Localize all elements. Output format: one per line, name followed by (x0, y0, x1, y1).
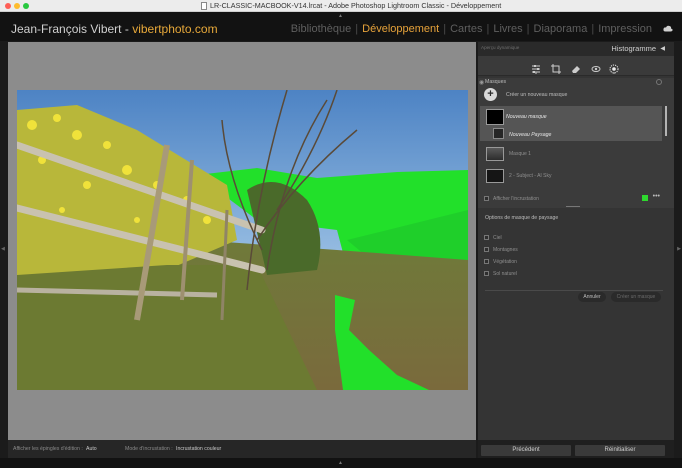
mask-thumbnail (486, 147, 504, 161)
option-montagnes[interactable]: Montagnes (484, 246, 604, 254)
module-livres[interactable]: Livres (493, 23, 522, 35)
right-panel-toggle-icon[interactable]: ▶ (677, 246, 681, 252)
module-separator: | (443, 23, 447, 35)
crop-icon[interactable] (551, 61, 561, 74)
mask-list-scrollbar[interactable] (665, 106, 667, 136)
plus-icon[interactable]: + (484, 88, 497, 101)
landscape-component-icon (493, 128, 504, 139)
create-mask-button[interactable]: Créer un masque (611, 292, 661, 302)
tool-strip (478, 56, 674, 76)
overlay-mode-label: Mode d'incrustation : (125, 446, 173, 452)
mask-item[interactable]: Masque 1 (480, 144, 662, 164)
navigator-label: Aperçu dynamique (481, 45, 520, 50)
overlay-mode-select[interactable]: Incrustation couleur (176, 446, 221, 452)
module-impression[interactable]: Impression (598, 23, 652, 35)
module-cartes[interactable]: Cartes (450, 23, 482, 35)
close-window-button[interactable] (5, 3, 11, 9)
masks-panel: ◉ Masques + Créer un nouveau masque Nouv… (478, 78, 674, 208)
previous-button[interactable]: Précédent (481, 445, 571, 456)
module-picker: Bibliothèque | Développement | Cartes | Livres… (291, 23, 652, 35)
eye-icon[interactable]: ◉ (479, 79, 484, 86)
module-bar: ▲ Jean-François Vibert - vibertphoto.com… (0, 12, 682, 41)
panel-bottom-buttons: Précédent Réinitialiser (478, 440, 674, 458)
show-pins-select[interactable]: Auto (86, 446, 97, 452)
module-separator: | (526, 23, 530, 35)
mask-item[interactable]: 2 - Subject - AI Sky (480, 166, 662, 186)
panel-resize-handle[interactable] (566, 206, 580, 207)
window-title: LR-CLASSIC-MACBOOK-V14.lrcat - Adobe Pho… (210, 1, 502, 10)
checkbox[interactable] (484, 247, 489, 252)
mask-item-selected[interactable]: Nouveau masque Nouveau Paysage (480, 106, 662, 141)
mask-component-label: Nouveau Paysage (509, 132, 552, 138)
develop-right-panel: Aperçu dynamique Histogramme ◀ ◉ Masques… (478, 42, 674, 440)
module-developpement[interactable]: Développement (362, 23, 439, 35)
maximize-window-button[interactable] (23, 3, 29, 9)
photo-preview[interactable] (17, 90, 468, 390)
filmstrip-bar: ▲ (0, 458, 682, 468)
identity-plate: Jean-François Vibert - vibertphoto.com (11, 22, 218, 36)
sliders-icon[interactable] (531, 61, 541, 73)
masks-title: Masques (485, 79, 507, 85)
identity-separator: - (124, 22, 129, 36)
mask-icon[interactable] (609, 61, 619, 74)
option-vegetation[interactable]: Végétation (484, 258, 604, 266)
mask-thumbnail (486, 169, 504, 183)
option-ciel[interactable]: Ciel (484, 234, 604, 242)
option-label: Ciel (493, 235, 502, 241)
histogram-header[interactable]: Aperçu dynamique Histogramme ◀ (478, 42, 674, 56)
mask-item-label: 2 - Subject - AI Sky (509, 173, 552, 179)
module-separator: | (591, 23, 595, 35)
show-overlay-checkbox[interactable] (484, 196, 489, 201)
histogram-title: Histogramme (611, 44, 656, 53)
create-mask-label: Créer un nouveau masque (506, 92, 568, 98)
option-label: Sol naturel (493, 271, 517, 277)
module-bibliotheque[interactable]: Bibliothèque (291, 23, 352, 35)
create-mask-row[interactable]: + Créer un nouveau masque (484, 88, 664, 102)
mask-item-label: Nouveau masque (506, 114, 547, 120)
edit-toolbar: Afficher les épingles d'édition : Auto M… (8, 440, 476, 458)
document-icon (201, 2, 207, 10)
top-panel-toggle-icon[interactable]: ▲ (338, 13, 343, 19)
cancel-button[interactable]: Annuler (578, 292, 606, 302)
eraser-icon[interactable] (571, 61, 581, 73)
checkbox[interactable] (484, 271, 489, 276)
identity-website: vibertphoto.com (132, 22, 218, 36)
mask-thumbnail (486, 109, 504, 125)
left-panel-toggle-icon[interactable]: ◀ (1, 246, 5, 252)
reset-button[interactable]: Réinitialiser (575, 445, 665, 456)
collapse-triangle-icon[interactable]: ◀ (660, 45, 665, 52)
module-separator: | (355, 23, 359, 35)
redeye-icon[interactable] (591, 61, 601, 72)
show-overlay-row: Afficher l'incrustation ••• (484, 193, 666, 204)
option-label: Montagnes (493, 247, 518, 253)
option-label: Végétation (493, 259, 517, 265)
landscape-options-title: Options de masque de paysage (485, 215, 559, 221)
help-icon[interactable] (656, 79, 662, 85)
cloud-sync-icon[interactable] (663, 25, 673, 32)
mask-item-label: Masque 1 (509, 151, 531, 157)
bottom-panel-toggle-icon[interactable]: ▲ (338, 460, 343, 466)
overlay-color-swatch[interactable] (642, 195, 648, 201)
more-options-icon[interactable]: ••• (653, 193, 660, 200)
show-overlay-label: Afficher l'incrustation (493, 196, 539, 202)
module-diaporama[interactable]: Diaporama (534, 23, 588, 35)
module-separator: | (486, 23, 490, 35)
show-pins-label: Afficher les épingles d'édition : (13, 446, 83, 452)
checkbox[interactable] (484, 235, 489, 240)
minimize-window-button[interactable] (14, 3, 20, 9)
checkbox[interactable] (484, 259, 489, 264)
divider (485, 290, 663, 291)
window-titlebar: LR-CLASSIC-MACBOOK-V14.lrcat - Adobe Pho… (0, 0, 682, 12)
identity-name: Jean-François Vibert (11, 22, 122, 36)
option-sol-naturel[interactable]: Sol naturel (484, 270, 604, 278)
